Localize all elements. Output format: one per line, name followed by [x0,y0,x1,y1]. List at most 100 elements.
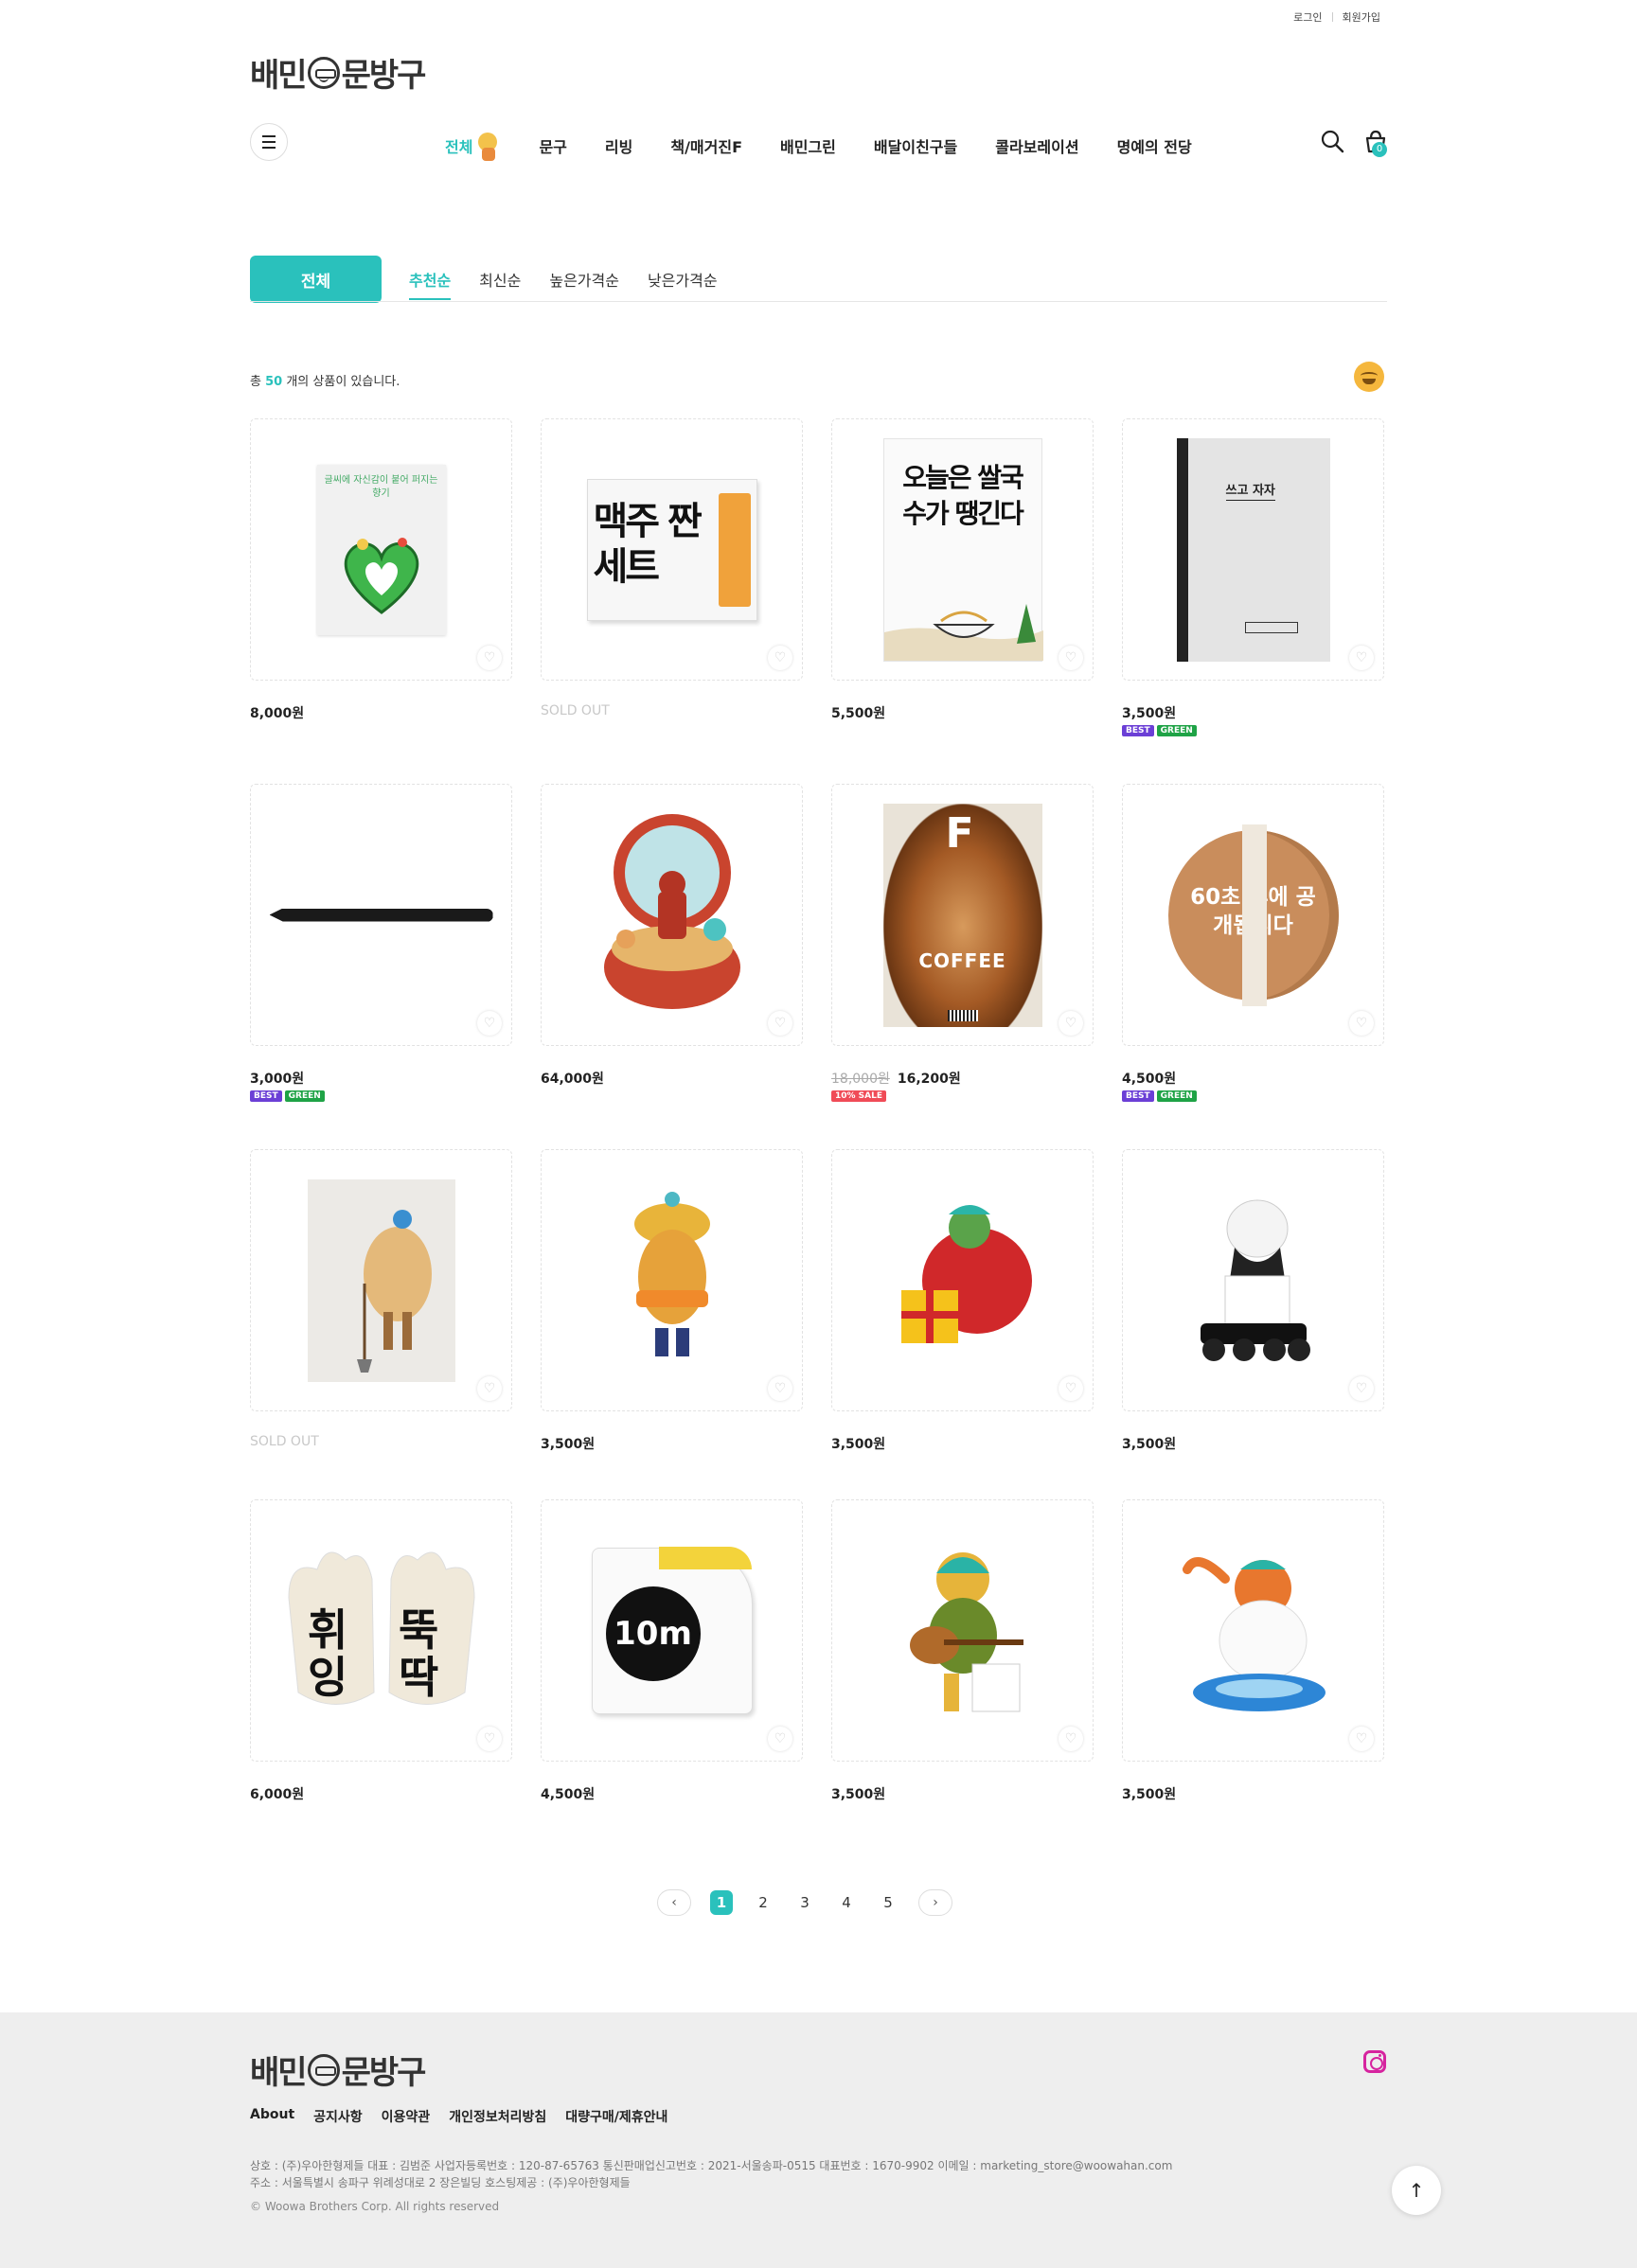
instagram-icon[interactable] [1363,2050,1386,2073]
nav-item-stationery[interactable]: 문구 [539,134,566,157]
product-card[interactable]: ♡ 64,000원 [541,784,803,1088]
notebook-title: 쓰고 자자 [1225,480,1275,501]
nav-item-collab[interactable]: 콜라보레이션 [995,134,1078,157]
product-thumbnail[interactable]: ♡ [831,1499,1094,1762]
green-badge: GREEN [1156,725,1197,736]
product-card[interactable]: 10m ♡ 4,500원 [541,1499,803,1803]
product-card[interactable]: ♡ 3,500원 [831,1499,1094,1803]
wishlist-heart-icon[interactable]: ♡ [1059,1727,1083,1751]
product-thumbnail[interactable]: 오늘은 쌀국수가 땡긴다 ♡ [831,418,1094,681]
product-card[interactable]: 휘 잉 뚝 딱 ♡ 6,000원 [250,1499,512,1803]
page-number[interactable]: 5 [877,1890,899,1915]
svg-text:잉: 잉 [308,1652,347,1703]
product-thumbnail[interactable]: 60초 후에 공개됩니다 ♡ [1122,784,1384,1046]
product-card[interactable]: 오늘은 쌀국수가 땡긴다 ♡ 5,500원 [831,418,1094,722]
wishlist-heart-icon[interactable]: ♡ [768,646,792,670]
price-value: 8,000원 [250,706,305,721]
product-card[interactable]: 글씨에 자신감이 붙어 퍼지는 향기 ♡ 8,000원 [250,418,512,722]
search-icon[interactable] [1320,129,1344,153]
footer-link-privacy[interactable]: 개인정보처리방침 [449,2107,546,2126]
site-logo[interactable]: 배민 문방구 [250,49,426,96]
product-count: 총 50 개의 상품이 있습니다. [250,371,400,389]
product-price: 3,500원 [1122,1784,1384,1803]
wishlist-heart-icon[interactable]: ♡ [477,1011,502,1036]
footer-link-terms[interactable]: 이용약관 [382,2107,431,2126]
product-price: 4,500원 [541,1784,803,1803]
nav-item-green[interactable]: 배민그린 [780,134,836,157]
product-thumbnail[interactable]: ♡ [250,1149,512,1411]
sort-tab-price-low[interactable]: 낮은가격순 [648,268,718,300]
product-card[interactable]: 맥주 짠 세트 ♡ SOLD OUT [541,418,803,718]
wishlist-heart-icon[interactable]: ♡ [1059,1011,1083,1036]
scroll-top-arrow-icon[interactable]: ↑ [1392,2166,1441,2215]
prev-page-icon[interactable]: ‹ [657,1889,691,1916]
product-price: 3,000원 [250,1069,512,1088]
wishlist-heart-icon[interactable]: ♡ [477,1376,502,1401]
wishlist-heart-icon[interactable]: ♡ [1059,646,1083,670]
sort-tab-recommended[interactable]: 추천순 [409,268,452,300]
count-prefix: 총 [250,375,261,389]
nav-item-friends[interactable]: 배달이친구들 [874,134,957,157]
wishlist-heart-icon[interactable]: ♡ [477,646,502,670]
wishlist-heart-icon[interactable]: ♡ [1349,1727,1374,1751]
page-number[interactable]: 3 [793,1890,816,1915]
product-thumbnail[interactable]: ♡ [541,784,803,1046]
sort-tab-newest[interactable]: 최신순 [479,268,521,300]
robot-figure-image [1200,1199,1310,1361]
footer-link-notice[interactable]: 공지사항 [313,2107,363,2126]
price-value: 5,500원 [831,706,886,721]
product-thumbnail[interactable]: ♡ [1122,1149,1384,1411]
hamburger-menu-button[interactable] [250,123,288,161]
wishlist-heart-icon[interactable]: ♡ [1059,1376,1083,1401]
page-number[interactable]: 2 [752,1890,774,1915]
nav-item-all[interactable]: 전체 [445,131,501,161]
page-number[interactable]: 1 [710,1890,733,1915]
product-card[interactable]: ♡ 3,500원 [831,1149,1094,1453]
wishlist-heart-icon[interactable]: ♡ [768,1011,792,1036]
wishlist-heart-icon[interactable]: ♡ [1349,1376,1374,1401]
footer-logo[interactable]: 배민 문방구 [250,2047,427,2093]
product-thumbnail[interactable]: F COFFEE ♡ [831,784,1094,1046]
product-card[interactable]: ♡ 3,500원 [1122,1499,1384,1803]
product-card[interactable]: ♡ SOLD OUT [250,1149,512,1449]
sort-tab-price-high[interactable]: 높은가격순 [549,268,619,300]
product-thumbnail[interactable]: ♡ [541,1149,803,1411]
sticker-text: 글씨에 자신감이 붙어 퍼지는 향기 [324,474,438,499]
next-page-icon[interactable]: › [918,1889,952,1916]
wishlist-heart-icon[interactable]: ♡ [768,1727,792,1751]
product-card[interactable]: 쓰고 자자 ♡ 3,500원 BEST GREEN [1122,418,1384,736]
wishlist-heart-icon[interactable]: ♡ [477,1727,502,1751]
product-card[interactable]: 60초 후에 공개됩니다 ♡ 4,500원 BEST GREEN [1122,784,1384,1102]
footer-logo-text-2: 문방구 [341,2054,427,2092]
potato-figure-image [633,1191,710,1356]
product-thumbnail[interactable]: 쓰고 자자 ♡ [1122,418,1384,681]
product-thumbnail[interactable]: ♡ [831,1149,1094,1411]
wishlist-heart-icon[interactable]: ♡ [1349,1011,1374,1036]
best-badge: BEST [250,1090,282,1102]
product-thumbnail[interactable]: ♡ [250,784,512,1046]
wishlist-heart-icon[interactable]: ♡ [768,1376,792,1401]
product-card[interactable]: ♡ 3,500원 [1122,1149,1384,1453]
signup-link[interactable]: 회원가입 [1343,9,1380,25]
cart-count-badge: 0 [1372,142,1387,157]
wishlist-heart-icon[interactable]: ♡ [1349,646,1374,670]
product-thumbnail[interactable]: 글씨에 자신감이 붙어 퍼지는 향기 ♡ [250,418,512,681]
product-thumbnail[interactable]: 10m ♡ [541,1499,803,1762]
product-card[interactable]: F COFFEE ♡ 18,000원 16,200원 10% SALE [831,784,1094,1102]
nav-item-living[interactable]: 리빙 [605,134,632,157]
category-select-button[interactable]: 전체 [250,256,382,303]
nav-item-hall-of-fame[interactable]: 명예의 전당 [1117,134,1192,157]
product-card[interactable]: ♡ 3,000원 BEST GREEN [250,784,512,1102]
smile-emoji-icon[interactable] [1354,362,1384,392]
product-thumbnail[interactable]: ♡ [1122,1499,1384,1762]
footer-link-about[interactable]: About [250,2107,294,2126]
footer-link-bulk[interactable]: 대량구매/제휴안내 [565,2107,667,2126]
product-thumbnail[interactable]: 맥주 짠 세트 ♡ [541,418,803,681]
login-link[interactable]: 로그인 [1293,9,1322,25]
logo-text-1: 배민 [250,57,308,95]
potato-postcard-image [307,1178,455,1382]
product-thumbnail[interactable]: 휘 잉 뚝 딱 ♡ [250,1499,512,1762]
page-number[interactable]: 4 [835,1890,858,1915]
nav-item-books[interactable]: 책/매거진F [670,134,742,157]
product-card[interactable]: ♡ 3,500원 [541,1149,803,1453]
